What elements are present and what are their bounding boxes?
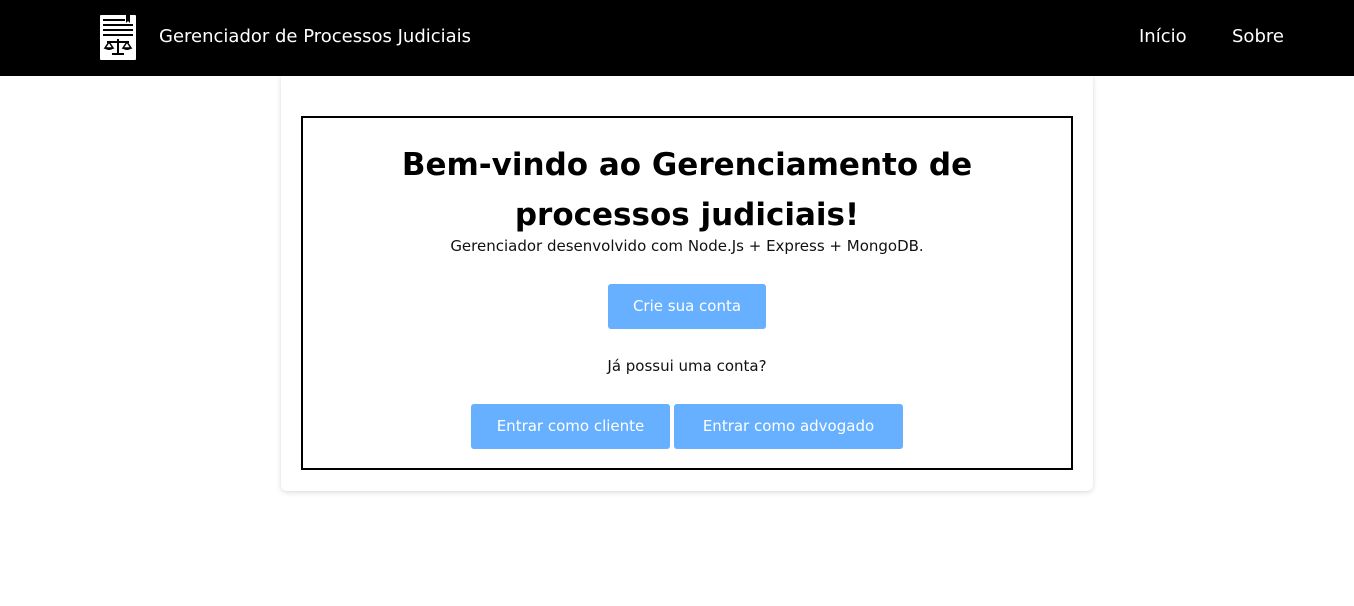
login-client-button[interactable]: Entrar como cliente [471, 404, 670, 449]
nav-link-sobre[interactable]: Sobre [1232, 24, 1284, 50]
account-question-text: Já possui uma conta? [607, 357, 767, 375]
page-subtitle: Gerenciador desenvolvido com Node.Js + E… [450, 237, 924, 255]
nav-link-inicio[interactable]: Início [1139, 24, 1187, 50]
page-title: Bem-vindo ao Gerenciamento de processos … [301, 140, 1073, 240]
app-title: Gerenciador de Processos Judiciais [159, 26, 472, 47]
legal-document-scales-icon [98, 13, 138, 62]
page-title-line-1: Bem-vindo ao Gerenciamento de [401, 147, 973, 183]
page-title-line-2: processos judiciais! [514, 197, 860, 233]
create-account-button[interactable]: Crie sua conta [608, 284, 766, 329]
top-navbar: Gerenciador de Processos Judiciais Iníci… [0, 0, 1354, 76]
login-lawyer-button[interactable]: Entrar como advogado [674, 404, 903, 449]
